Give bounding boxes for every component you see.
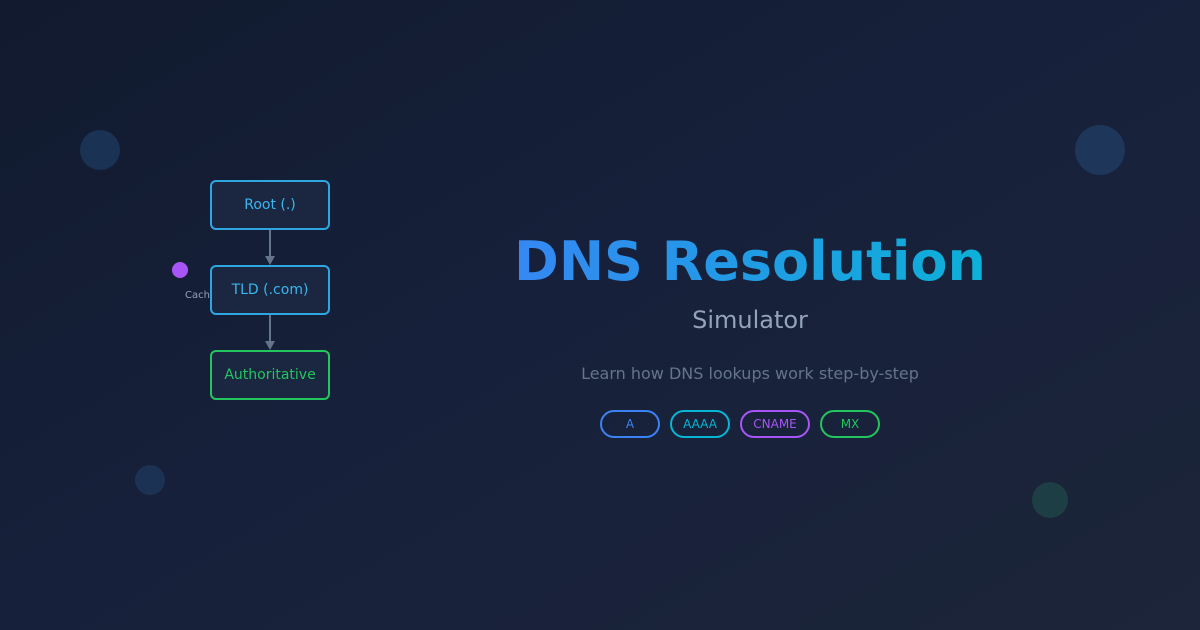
page-title: DNS Resolution	[450, 230, 1050, 294]
page-subtitle: Simulator	[692, 306, 808, 334]
root-server-node: Root (.)	[210, 180, 330, 230]
authoritative-server-node: Authoritative	[210, 350, 330, 400]
tld-server-label: TLD (.com)	[231, 282, 309, 298]
tagline: Learn how DNS lookups work step-by-step	[581, 364, 919, 383]
record-type-badge-mx: MX	[820, 410, 880, 438]
record-type-badge-aaaa: AAAA	[670, 410, 730, 438]
record-type-badges: A AAAA CNAME MX	[600, 410, 900, 440]
cache-icon	[172, 262, 188, 278]
tld-server-node: TLD (.com)	[210, 265, 330, 315]
dns-hierarchy-diagram: Root (.) Cache TLD (.com) Authoritative	[0, 0, 420, 630]
root-to-tld-connector	[269, 230, 271, 256]
record-type-badge-a: A	[600, 410, 660, 438]
authoritative-server-label: Authoritative	[224, 367, 316, 383]
record-type-badge-cname: CNAME	[740, 410, 810, 438]
decorative-dot	[1075, 125, 1125, 175]
arrow-down-icon	[265, 256, 275, 265]
arrow-down-icon	[265, 341, 275, 350]
root-server-label: Root (.)	[244, 197, 296, 213]
hero-section: DNS Resolution Simulator Learn how DNS l…	[450, 0, 1050, 630]
tld-to-authoritative-connector	[269, 315, 271, 341]
